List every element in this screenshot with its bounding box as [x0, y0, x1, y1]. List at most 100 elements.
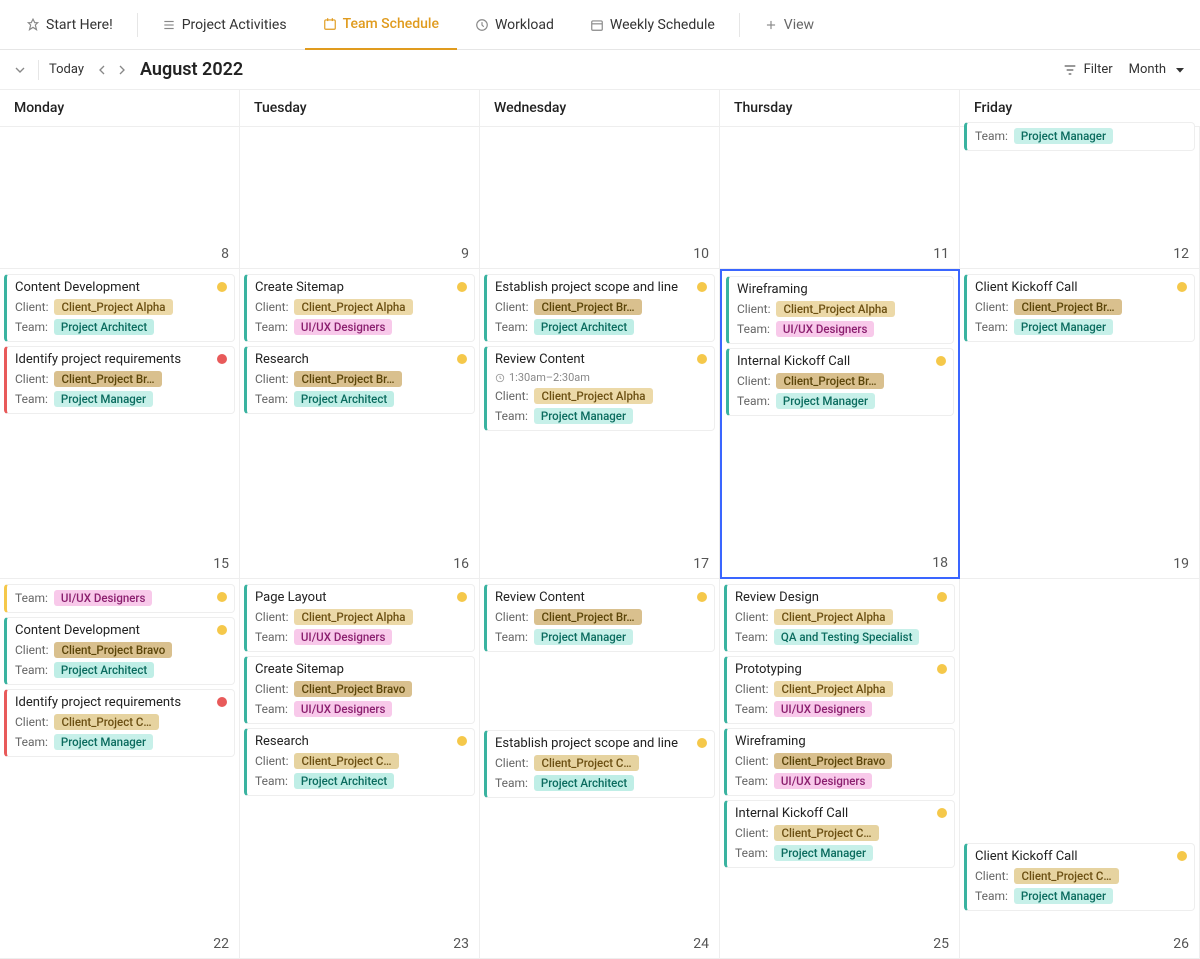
granularity-selector[interactable]: Month [1129, 62, 1188, 78]
calendar-day[interactable]: Team:Project Manager 12 [960, 127, 1200, 269]
team-chip: Project Architect [534, 775, 634, 791]
tab-add-view[interactable]: View [746, 0, 832, 50]
day-number: 23 [453, 936, 469, 952]
team-label: Team: [735, 630, 768, 644]
client-label: Client: [15, 372, 48, 386]
calendar-day[interactable]: 9 [240, 127, 480, 269]
task-card[interactable]: Client Kickoff Call Client:Client_Projec… [964, 843, 1195, 911]
task-time: 1:30am–2:30am [495, 371, 706, 384]
calendar-day[interactable]: Create Sitemap Client:Client_Project Alp… [240, 269, 480, 579]
team-chip: Project Architect [534, 319, 634, 335]
task-card[interactable]: Create Sitemap Client:Client_Project Bra… [244, 656, 475, 724]
task-card[interactable]: Internal Kickoff Call Client:Client_Proj… [726, 348, 954, 416]
task-card[interactable]: Review Content 1:30am–2:30am Client:Clie… [484, 346, 715, 431]
task-title: Internal Kickoff Call [737, 354, 945, 369]
tab-project-activities[interactable]: Project Activities [144, 0, 305, 50]
task-card[interactable]: Client Kickoff Call Client:Client_Projec… [964, 274, 1195, 342]
task-title: Create Sitemap [255, 280, 466, 295]
status-dot-icon [457, 736, 467, 746]
team-label: Team: [255, 630, 288, 644]
status-dot-icon [937, 592, 947, 602]
task-card[interactable]: Wireframing Client:Client_Project Alpha … [726, 276, 954, 344]
client-label: Client: [975, 869, 1008, 883]
client-label: Client: [495, 610, 528, 624]
task-card[interactable]: Page Layout Client:Client_Project Alpha … [244, 584, 475, 652]
team-chip: Project Architect [294, 773, 394, 789]
task-card[interactable]: Establish project scope and line Client:… [484, 730, 715, 798]
task-card[interactable]: Internal Kickoff Call Client:Client_Proj… [724, 800, 955, 868]
team-chip: UI/UX Designers [294, 319, 393, 335]
client-chip: Client_Project C… [54, 714, 158, 730]
calendar-day[interactable]: Content Development Client:Client_Projec… [0, 269, 240, 579]
calendar-day[interactable]: Review Design Client:Client_Project Alph… [720, 579, 960, 959]
calendar-day[interactable]: 8 [0, 127, 240, 269]
calendar-day[interactable]: Review Content Client:Client_Project Br…… [480, 579, 720, 959]
task-title: Review Design [735, 590, 946, 605]
task-card[interactable]: Create Sitemap Client:Client_Project Alp… [244, 274, 475, 342]
task-card[interactable]: Wireframing Client:Client_Project Bravo … [724, 728, 955, 796]
calendar-day-today[interactable]: Wireframing Client:Client_Project Alpha … [720, 269, 960, 579]
team-label: Team: [255, 320, 288, 334]
team-chip: UI/UX Designers [776, 321, 875, 337]
client-label: Client: [495, 756, 528, 770]
tab-separator [739, 13, 740, 37]
task-card[interactable]: Identify project requirements Client:Cli… [4, 689, 235, 757]
task-title: Establish project scope and line [495, 736, 706, 751]
chevron-down-icon[interactable] [12, 62, 28, 78]
team-chip: QA and Testing Specialist [774, 629, 920, 645]
status-dot-icon [217, 625, 227, 635]
client-label: Client: [15, 300, 48, 314]
task-card[interactable]: Review Design Client:Client_Project Alph… [724, 584, 955, 652]
calendar-week: Team:UI/UX Designers Content Development… [0, 579, 1200, 959]
team-chip: Project Architect [54, 319, 154, 335]
calendar-day[interactable]: Client Kickoff Call Client:Client_Projec… [960, 269, 1200, 579]
filter-button[interactable]: Filter [1062, 62, 1113, 78]
task-card[interactable]: Content Development Client:Client_Projec… [4, 617, 235, 685]
client-chip: Client_Project Br… [534, 299, 641, 315]
status-dot-icon [457, 282, 467, 292]
task-card[interactable]: Prototyping Client:Client_Project Alpha … [724, 656, 955, 724]
client-label: Client: [737, 302, 770, 316]
team-chip: Project Manager [534, 408, 633, 424]
client-label: Client: [255, 372, 288, 386]
next-period-button[interactable] [114, 62, 130, 78]
team-chip: Project Manager [1014, 128, 1113, 144]
tab-workload[interactable]: Workload [457, 0, 572, 50]
calendar-day[interactable]: 11 [720, 127, 960, 269]
toolbar-separator [38, 60, 39, 80]
pin-icon [26, 18, 40, 32]
task-card[interactable]: Research Client:Client_Project Br… Team:… [244, 346, 475, 414]
calendar-day[interactable]: Page Layout Client:Client_Project Alpha … [240, 579, 480, 959]
day-number: 25 [933, 936, 949, 952]
team-chip: Project Manager [774, 845, 873, 861]
task-card[interactable]: Team:Project Manager [964, 122, 1195, 151]
tab-team-schedule[interactable]: Team Schedule [305, 0, 457, 50]
task-card[interactable]: Establish project scope and line Client:… [484, 274, 715, 342]
team-chip: Project Manager [54, 734, 153, 750]
tab-weekly-schedule[interactable]: Weekly Schedule [572, 0, 733, 50]
today-button[interactable]: Today [49, 62, 84, 77]
calendar-day[interactable]: Establish project scope and line Client:… [480, 269, 720, 579]
team-label: Team: [735, 774, 768, 788]
task-card[interactable]: Content Development Client:Client_Projec… [4, 274, 235, 342]
client-chip: Client_Project Alpha [774, 609, 892, 625]
prev-period-button[interactable] [94, 62, 110, 78]
task-title: Wireframing [737, 282, 945, 297]
period-title: August 2022 [140, 59, 243, 80]
tab-label: Project Activities [182, 17, 287, 33]
status-dot-icon [697, 354, 707, 364]
weekday-label: Wednesday [480, 90, 720, 127]
day-number: 8 [221, 246, 229, 262]
task-card[interactable]: Identify project requirements Client:Cli… [4, 346, 235, 414]
client-label: Client: [495, 300, 528, 314]
calendar-day[interactable]: 10 [480, 127, 720, 269]
calendar-day[interactable]: Team:UI/UX Designers Content Development… [0, 579, 240, 959]
task-card[interactable]: Review Content Client:Client_Project Br…… [484, 584, 715, 652]
client-chip: Client_Project C… [294, 753, 398, 769]
task-card[interactable]: Research Client:Client_Project C… Team:P… [244, 728, 475, 796]
tab-start-here[interactable]: Start Here! [8, 0, 131, 50]
calendar-day[interactable]: Client Kickoff Call Client:Client_Projec… [960, 579, 1200, 959]
task-card[interactable]: Team:UI/UX Designers [4, 584, 235, 613]
granularity-label: Month [1129, 62, 1166, 77]
filter-icon [1062, 62, 1078, 78]
